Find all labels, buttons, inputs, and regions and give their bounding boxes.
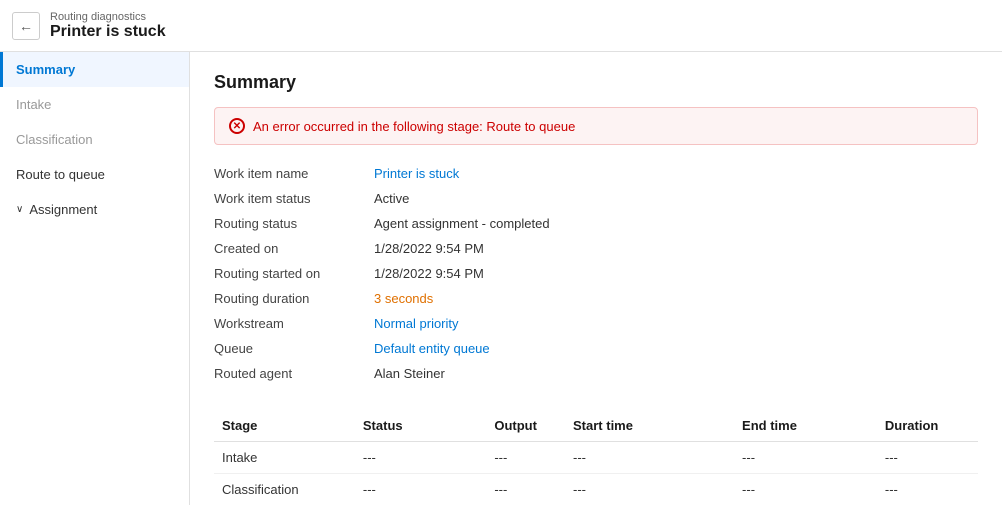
info-row-routing-started-on: Routing started on 1/28/2022 9:54 PM <box>214 261 978 286</box>
stage-table: Stage Status Output Start time End time … <box>214 410 978 505</box>
info-label-routed-agent: Routed agent <box>214 366 374 381</box>
breadcrumb: Routing diagnostics <box>50 11 166 23</box>
stage-duration-intake: --- <box>877 442 978 474</box>
sidebar-item-route-to-queue[interactable]: Route to queue <box>0 157 189 192</box>
stage-end-classification: --- <box>734 474 877 505</box>
info-value-routing-started-on: 1/28/2022 9:54 PM <box>374 266 484 281</box>
stage-start-classification: --- <box>565 474 734 505</box>
stage-output-intake: --- <box>486 442 565 474</box>
sidebar-group-assignment[interactable]: ∨ Assignment <box>0 192 189 227</box>
stage-table-header: Stage Status Output Start time End time … <box>214 410 978 442</box>
col-header-end-time: End time <box>734 410 877 442</box>
stage-name-classification: Classification <box>214 474 355 505</box>
info-label-work-item-name: Work item name <box>214 166 374 181</box>
info-value-work-item-name[interactable]: Printer is stuck <box>374 166 459 181</box>
info-row-queue: Queue Default entity queue <box>214 336 978 361</box>
col-header-duration: Duration <box>877 410 978 442</box>
error-banner: ✕ An error occurred in the following sta… <box>214 107 978 145</box>
info-row-routing-status: Routing status Agent assignment - comple… <box>214 211 978 236</box>
stage-duration-classification: --- <box>877 474 978 505</box>
sidebar-group-label: Assignment <box>29 202 97 217</box>
info-value-routing-duration: 3 seconds <box>374 291 433 306</box>
info-value-queue[interactable]: Default entity queue <box>374 341 490 356</box>
col-header-status: Status <box>355 410 486 442</box>
sidebar: Summary Intake Classification Route to q… <box>0 52 190 505</box>
info-value-created-on: 1/28/2022 9:54 PM <box>374 241 484 256</box>
stage-start-intake: --- <box>565 442 734 474</box>
info-label-work-item-status: Work item status <box>214 191 374 206</box>
stage-table-body: Intake --- --- --- --- --- Classificatio… <box>214 442 978 505</box>
error-banner-text: An error occurred in the following stage… <box>253 119 575 134</box>
error-icon: ✕ <box>229 118 245 134</box>
stage-output-classification: --- <box>486 474 565 505</box>
info-row-routing-duration: Routing duration 3 seconds <box>214 286 978 311</box>
chevron-down-icon: ∨ <box>16 204 23 215</box>
col-header-start-time: Start time <box>565 410 734 442</box>
info-label-routing-started-on: Routing started on <box>214 266 374 281</box>
info-label-workstream: Workstream <box>214 316 374 331</box>
header-text: Routing diagnostics Printer is stuck <box>50 11 166 41</box>
info-value-routing-status: Agent assignment - completed <box>374 216 550 231</box>
stage-status-classification: --- <box>355 474 486 505</box>
stage-status-intake: --- <box>355 442 486 474</box>
sidebar-item-intake[interactable]: Intake <box>0 87 189 122</box>
info-label-created-on: Created on <box>214 241 374 256</box>
info-value-workstream[interactable]: Normal priority <box>374 316 459 331</box>
table-row: Intake --- --- --- --- --- <box>214 442 978 474</box>
layout: Summary Intake Classification Route to q… <box>0 52 1002 505</box>
info-row-workstream: Workstream Normal priority <box>214 311 978 336</box>
info-label-routing-status: Routing status <box>214 216 374 231</box>
info-label-queue: Queue <box>214 341 374 356</box>
back-icon: ← <box>19 18 33 34</box>
info-row-routed-agent: Routed agent Alan Steiner <box>214 361 978 386</box>
back-button[interactable]: ← <box>12 12 40 40</box>
stage-end-intake: --- <box>734 442 877 474</box>
stage-name-intake: Intake <box>214 442 355 474</box>
main-title: Summary <box>214 72 978 93</box>
main-content: Summary ✕ An error occurred in the follo… <box>190 52 1002 505</box>
info-row-work-item-name: Work item name Printer is stuck <box>214 161 978 186</box>
page-title: Printer is stuck <box>50 23 166 41</box>
sidebar-item-classification[interactable]: Classification <box>0 122 189 157</box>
col-header-output: Output <box>486 410 565 442</box>
table-row: Classification --- --- --- --- --- <box>214 474 978 505</box>
sidebar-item-summary[interactable]: Summary <box>0 52 189 87</box>
col-header-stage: Stage <box>214 410 355 442</box>
info-row-created-on: Created on 1/28/2022 9:54 PM <box>214 236 978 261</box>
info-table: Work item name Printer is stuck Work ite… <box>214 161 978 386</box>
header: ← Routing diagnostics Printer is stuck <box>0 0 1002 52</box>
info-value-routed-agent: Alan Steiner <box>374 366 445 381</box>
info-row-work-item-status: Work item status Active <box>214 186 978 211</box>
info-label-routing-duration: Routing duration <box>214 291 374 306</box>
info-value-work-item-status: Active <box>374 191 409 206</box>
